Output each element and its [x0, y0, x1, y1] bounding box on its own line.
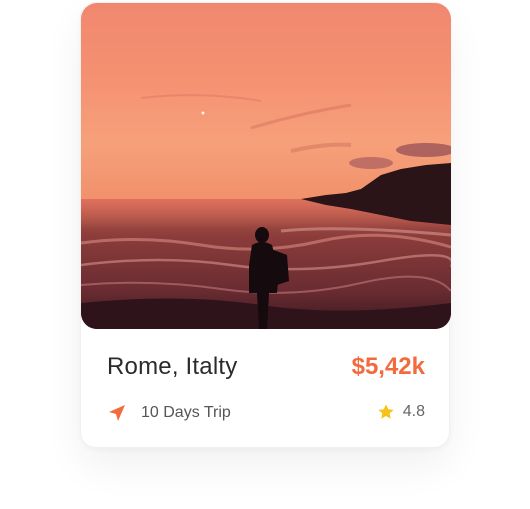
- destination-card[interactable]: Rome, Italty $5,42k 10 Days Trip 4.8: [80, 2, 451, 448]
- navigation-arrow-icon: [109, 405, 125, 421]
- destination-price: $5,42k: [351, 353, 425, 380]
- rating-info: 4.8: [377, 403, 425, 421]
- rating-value: 4.8: [402, 403, 425, 420]
- sunset-beach-image: [81, 3, 451, 329]
- trip-length-info: 10 Days Trip: [107, 403, 231, 423]
- star-icon: [378, 404, 394, 419]
- trip-length-label: 10 Days Trip: [141, 404, 231, 421]
- destination-photo: [81, 3, 451, 329]
- destination-title: Rome, Italty: [107, 353, 238, 380]
